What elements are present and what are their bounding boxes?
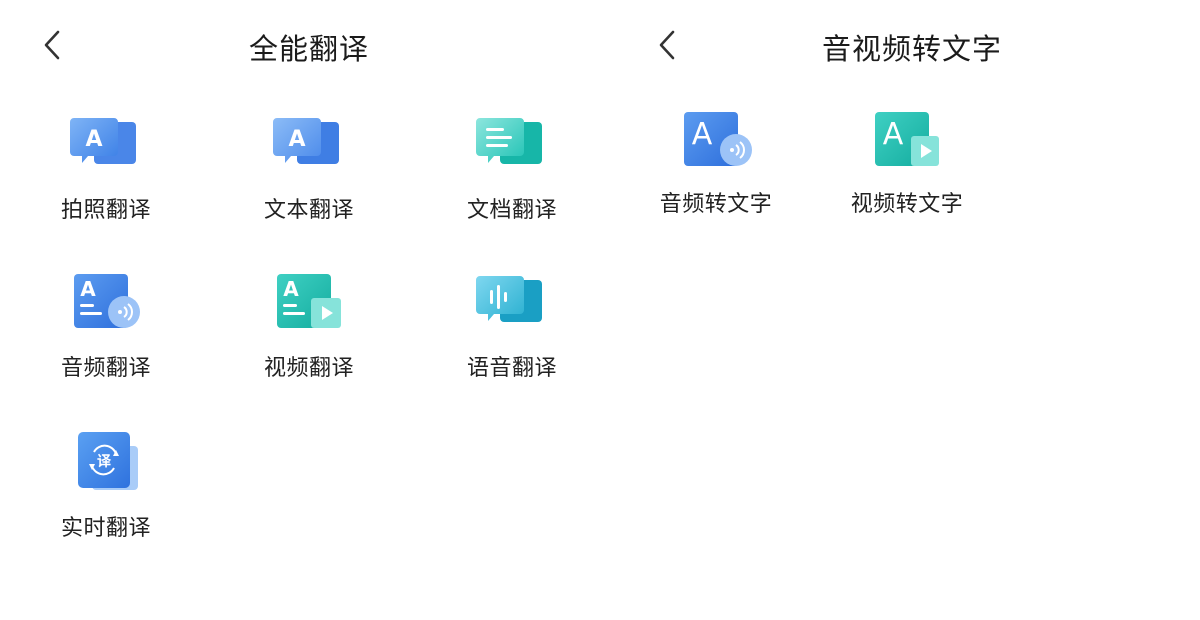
document-translate-icon (476, 112, 548, 176)
document-translate-label: 文档翻译 (466, 198, 557, 223)
voice-translate-icon (476, 270, 548, 334)
audio-translate-label: 音频翻译 (60, 356, 151, 381)
svg-text:A: A (80, 277, 96, 301)
audio-to-text-tile[interactable]: A 音频转文字 (646, 108, 786, 238)
video-to-text-icon: A (871, 108, 943, 172)
svg-text:译: 译 (97, 454, 112, 470)
svg-text:A: A (883, 117, 904, 152)
realtime-translate-label: 实时翻译 (60, 516, 151, 541)
realtime-translate-tile[interactable]: 译 实时翻译 (36, 430, 176, 560)
realtime-translate-icon: 译 (70, 430, 142, 494)
audio-to-text-icon: A (680, 108, 752, 172)
svg-text:A: A (85, 127, 102, 152)
voice-translate-tile[interactable]: 语音翻译 (442, 270, 582, 400)
video-to-text-tile[interactable]: A 视频转文字 (837, 108, 977, 238)
audio-translate-tile[interactable]: A 音频翻译 (36, 270, 176, 400)
audio-translate-icon: A (70, 270, 142, 334)
all-translate-panel: 全能翻译 A 拍照翻译 A 文本翻译 文档翻译 A 音频翻译 A 视频翻译 语音… (0, 0, 610, 620)
voice-translate-label: 语音翻译 (466, 356, 557, 381)
chevron-left-icon (44, 30, 60, 60)
svg-text:A: A (283, 277, 299, 301)
chevron-left-icon (659, 30, 675, 60)
text-translate-label: 文本翻译 (263, 198, 354, 223)
back-button[interactable] (651, 28, 685, 62)
video-translate-icon: A (273, 270, 345, 334)
text-translate-icon: A (273, 112, 345, 176)
header: 全能翻译 (0, 0, 610, 88)
page-title: 音视频转文字 (822, 32, 1003, 66)
svg-text:A: A (692, 117, 713, 152)
svg-text:A: A (288, 127, 305, 152)
back-button[interactable] (36, 28, 70, 62)
text-translate-tile[interactable]: A 文本翻译 (239, 112, 379, 242)
page-title: 全能翻译 (249, 32, 370, 66)
photo-translate-label: 拍照翻译 (60, 198, 151, 223)
app-screen: 全能翻译 A 拍照翻译 A 文本翻译 文档翻译 A 音频翻译 A 视频翻译 语音… (0, 0, 1200, 620)
document-translate-tile[interactable]: 文档翻译 (442, 112, 582, 242)
header: 音视频转文字 (615, 0, 1200, 88)
video-translate-tile[interactable]: A 视频翻译 (239, 270, 379, 400)
av-to-text-panel: 音视频转文字 A 音频转文字 A 视频转文字 (615, 0, 1200, 620)
photo-translate-icon: A (70, 112, 142, 176)
video-to-text-label: 视频转文字 (850, 192, 964, 217)
audio-to-text-label: 音频转文字 (659, 192, 773, 217)
photo-translate-tile[interactable]: A 拍照翻译 (36, 112, 176, 242)
video-translate-label: 视频翻译 (263, 356, 354, 381)
